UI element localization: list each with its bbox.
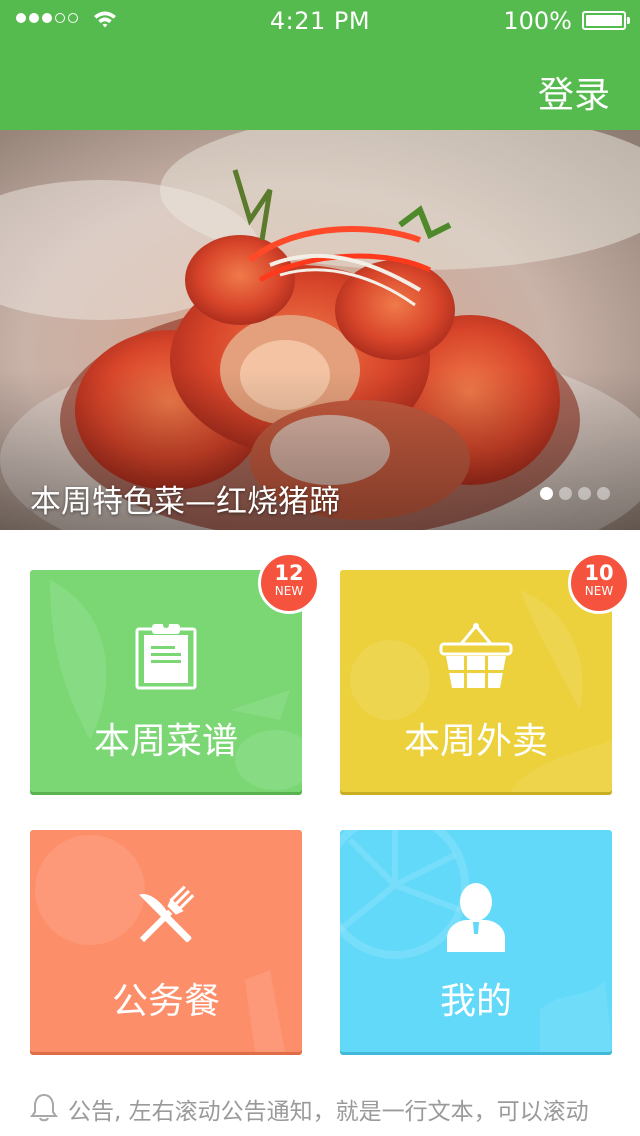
pager-dot[interactable] (597, 487, 610, 500)
banner-food-photo (0, 130, 640, 530)
weekly-menu-tile[interactable]: 本周菜谱 (30, 570, 302, 792)
pager-dot-active[interactable] (540, 487, 553, 500)
app-screen: 4:21 PM 100% 登录 本周特色菜—红烧猪蹄 本周菜谱 本周外卖 公务餐… (0, 0, 640, 1136)
tile-label: 我的 (439, 981, 512, 1022)
clipboard-icon (135, 622, 197, 690)
fork-knife-icon (139, 885, 195, 943)
pager-dot[interactable] (559, 487, 572, 500)
weekly-takeout-tile[interactable]: 本周外卖 (340, 570, 612, 792)
basket-icon (439, 623, 513, 688)
announcement-text: 公告, 左右滚动公告通知，就是一行文本，可以滚动 (68, 1099, 589, 1125)
new-count-badge: 12 NEW (258, 552, 320, 614)
announcement-bar[interactable]: 公告, 左右滚动公告通知，就是一行文本，可以滚动 (30, 1086, 630, 1126)
featured-banner[interactable]: 本周特色菜—红烧猪蹄 (0, 130, 640, 530)
badge-count: 12 (274, 561, 304, 585)
user-icon (447, 883, 505, 952)
login-button[interactable]: 登录 (538, 66, 610, 118)
battery-icon (582, 11, 630, 30)
badge-count: 10 (584, 561, 614, 585)
my-profile-tile[interactable]: 我的 (340, 830, 612, 1052)
badge-new-label: NEW (274, 584, 304, 598)
battery-percent: 100% (503, 7, 572, 35)
pager-dot[interactable] (578, 487, 591, 500)
badge-new-label: NEW (584, 584, 614, 598)
tile-label: 本周外卖 (403, 721, 548, 762)
official-meal-tile[interactable]: 公务餐 (30, 830, 302, 1052)
top-bar: 4:21 PM 100% 登录 (0, 0, 640, 130)
banner-pager (540, 487, 610, 500)
tile-label: 本周菜谱 (93, 721, 238, 762)
status-bar: 4:21 PM 100% (0, 0, 640, 40)
bell-icon (30, 1093, 58, 1122)
tile-label: 公务餐 (111, 981, 220, 1022)
new-count-badge: 10 NEW (568, 552, 630, 614)
banner-caption: 本周特色菜—红烧猪蹄 (30, 484, 340, 520)
